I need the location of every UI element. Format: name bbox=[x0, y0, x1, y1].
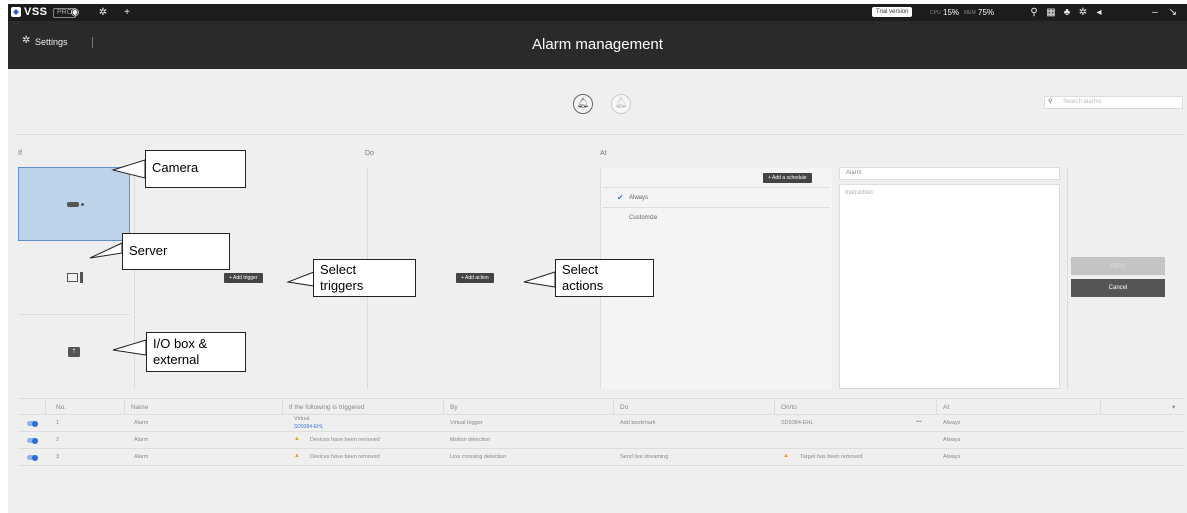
triggers-callout-text: Select triggers bbox=[320, 262, 364, 293]
server-callout: Server bbox=[122, 233, 230, 270]
camera-callout-pointer bbox=[111, 159, 146, 179]
actions-callout-pointer bbox=[523, 271, 556, 288]
server-callout-text: Server bbox=[129, 243, 168, 258]
io-callout-pointer bbox=[112, 339, 147, 356]
io-callout: I/O box & external bbox=[146, 332, 246, 372]
camera-callout: Camera bbox=[145, 150, 246, 188]
io-callout-text: I/O box & external bbox=[153, 336, 208, 367]
triggers-callout-pointer bbox=[286, 271, 315, 287]
triggers-callout: Select triggers bbox=[313, 259, 416, 297]
actions-callout-text: Select actions bbox=[562, 262, 604, 293]
actions-callout: Select actions bbox=[555, 259, 654, 297]
camera-callout-text: Camera bbox=[152, 160, 199, 175]
server-callout-pointer bbox=[89, 242, 123, 259]
